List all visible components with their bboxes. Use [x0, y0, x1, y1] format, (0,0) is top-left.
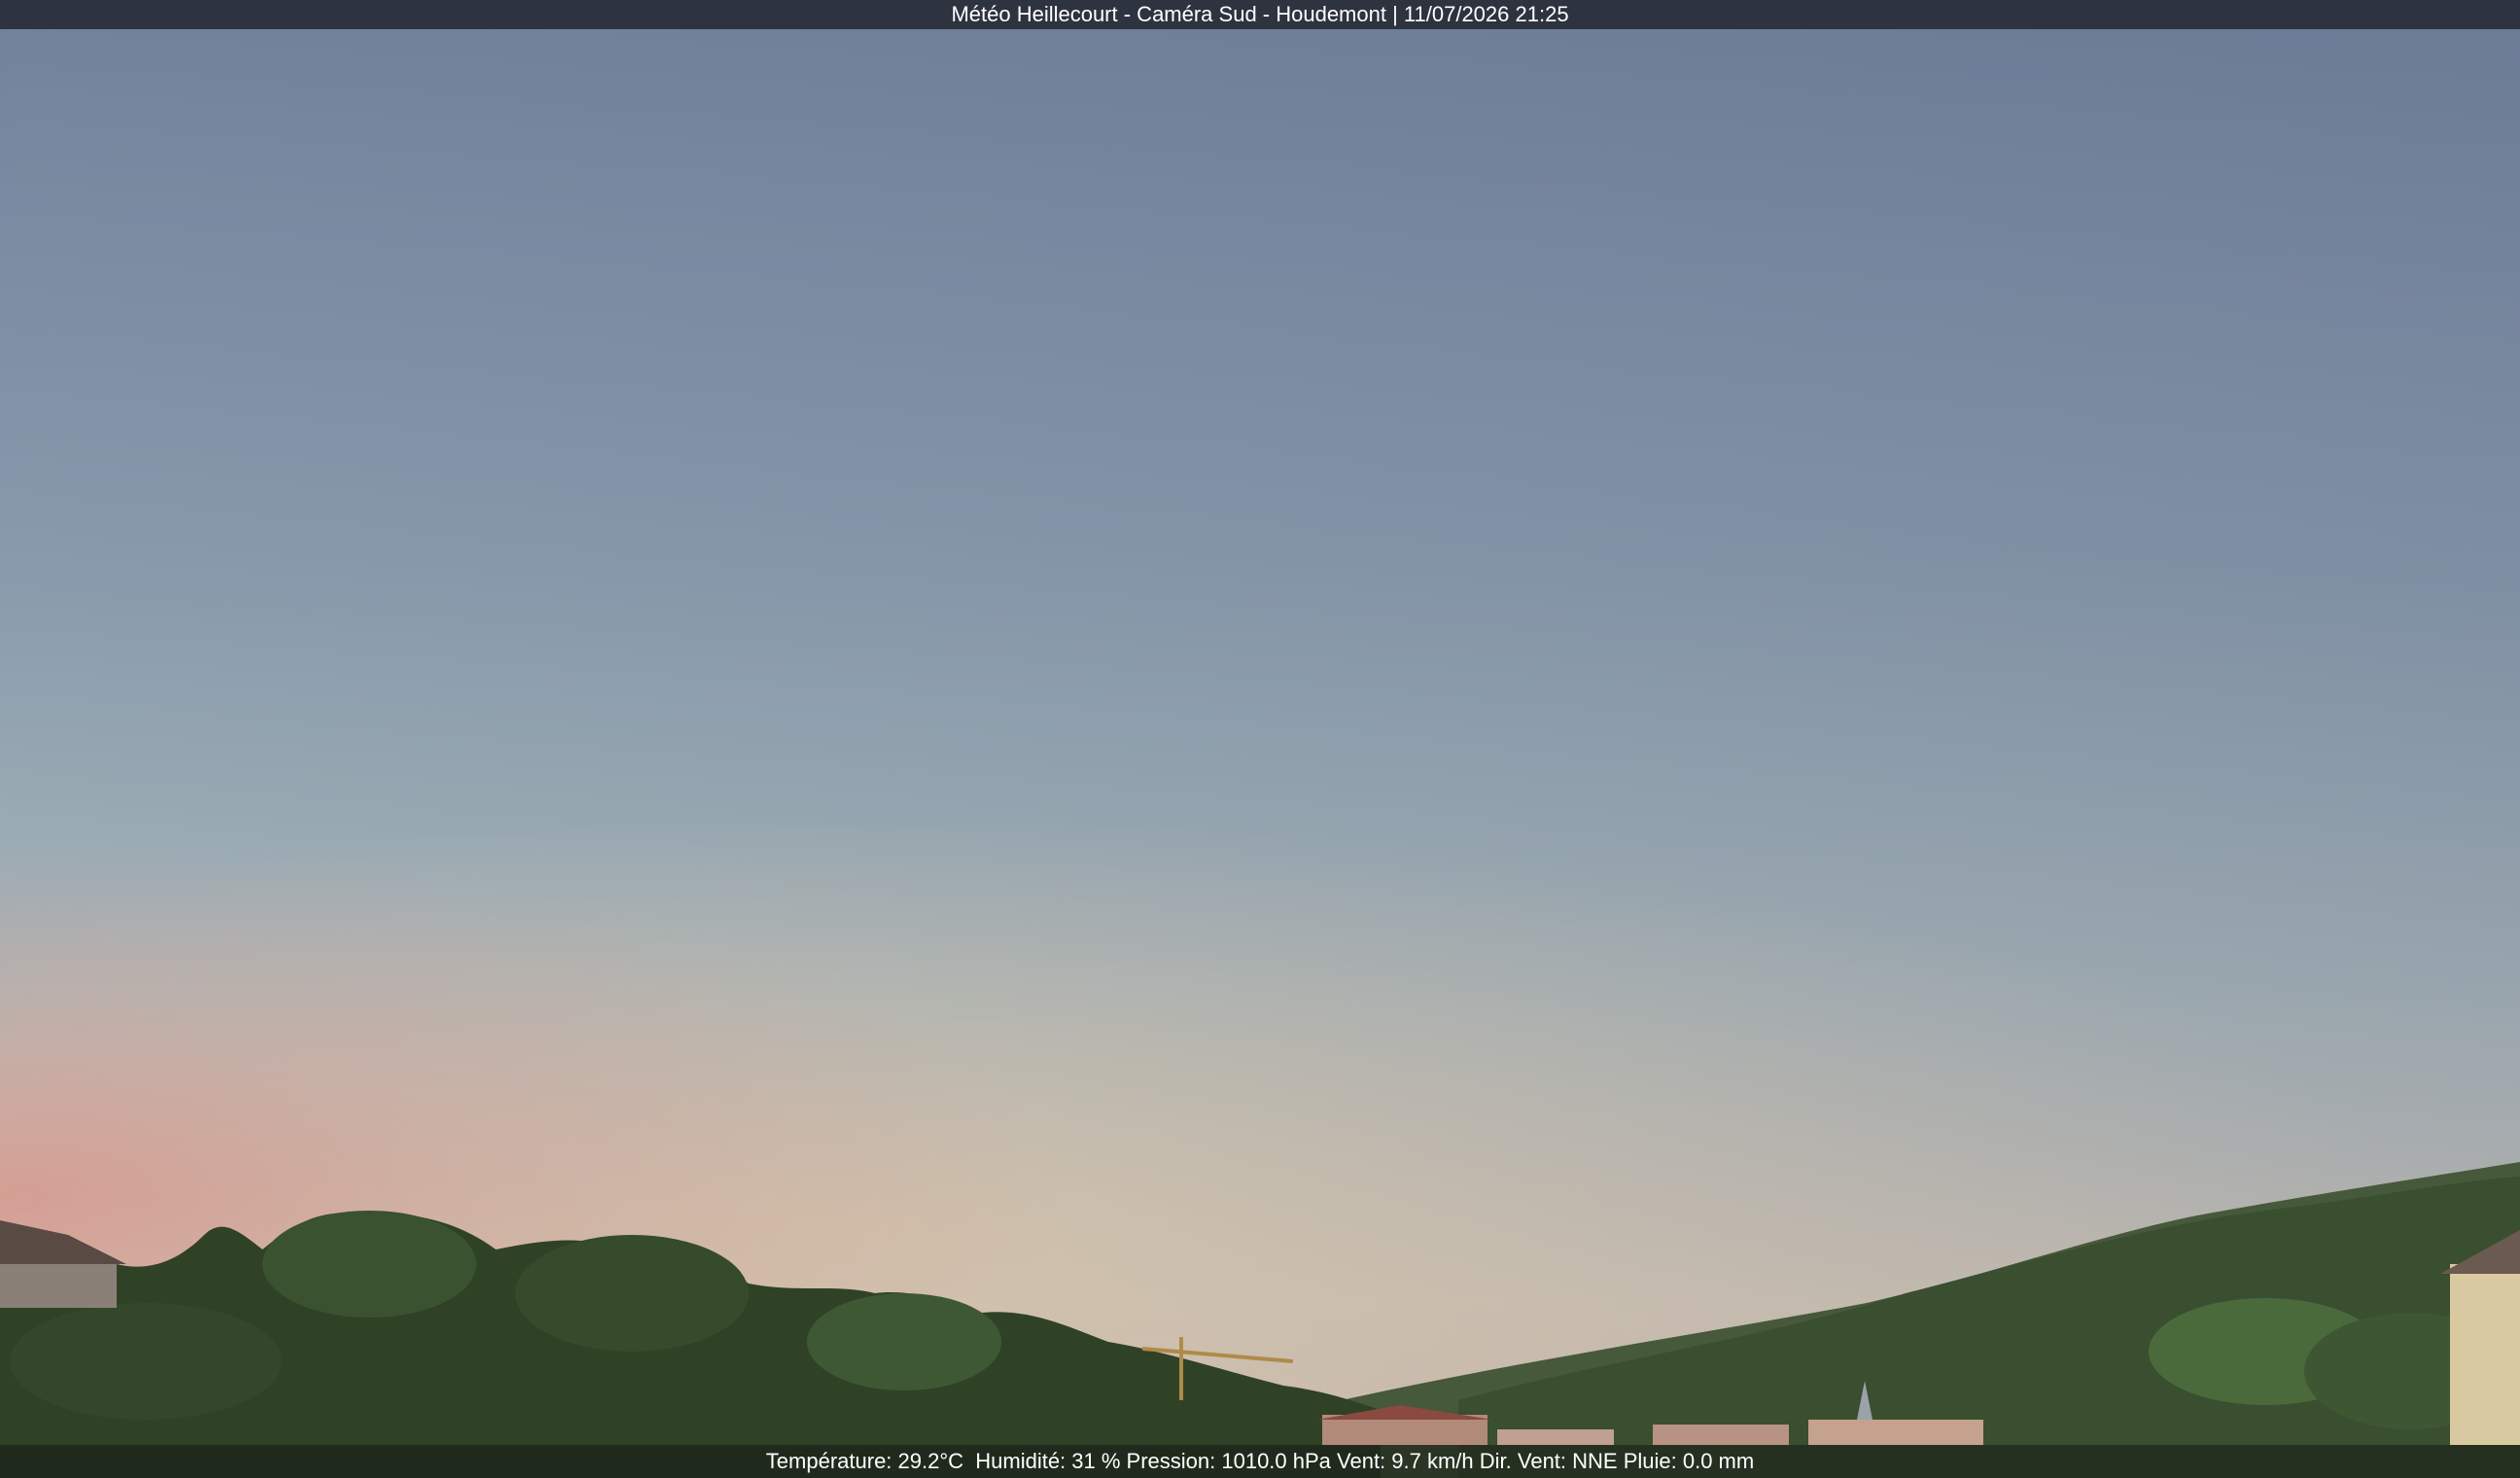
tree-canopy	[515, 1235, 749, 1352]
weather-readings: Température: 29.2°C Humidité: 31 % Press…	[765, 1449, 1755, 1473]
camera-title: Météo Heillecourt - Caméra Sud - Houdemo…	[951, 2, 1569, 26]
house-left-roof	[0, 1220, 126, 1264]
landscape	[0, 1162, 2520, 1478]
camera-title-bar: Météo Heillecourt - Caméra Sud - Houdemo…	[0, 0, 2520, 29]
tree-canopy	[262, 1211, 476, 1318]
house-right	[2450, 1264, 2520, 1445]
building	[1653, 1425, 1789, 1445]
webcam-frame: Météo Heillecourt - Caméra Sud - Houdemo…	[0, 0, 2520, 1478]
weather-info-bar: Température: 29.2°C Humidité: 31 % Press…	[0, 1445, 2520, 1478]
building	[1497, 1429, 1614, 1445]
building	[1808, 1420, 1983, 1445]
tree-canopy	[807, 1293, 1001, 1390]
tree-canopy	[10, 1303, 282, 1420]
